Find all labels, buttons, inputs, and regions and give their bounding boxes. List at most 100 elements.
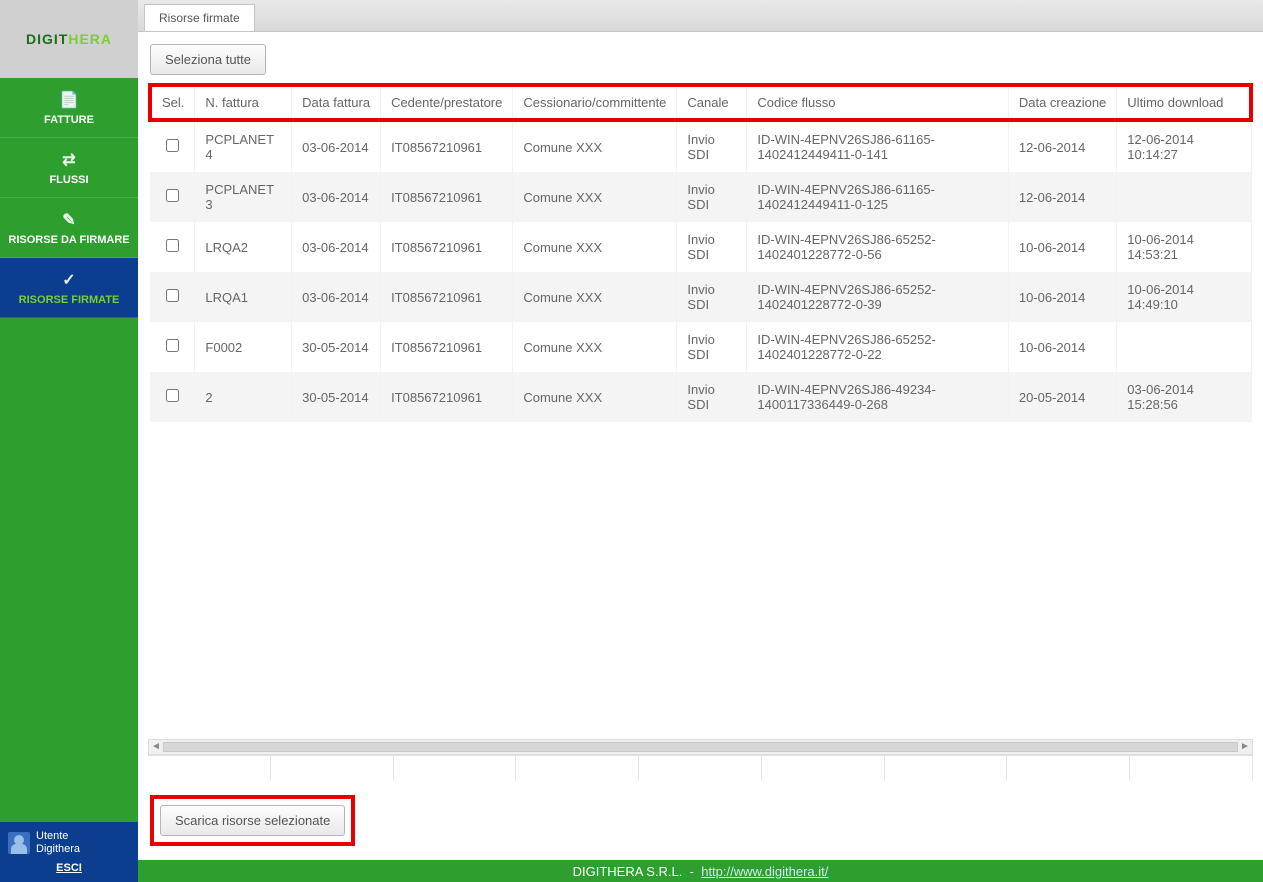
topbar: Risorse firmate [138,0,1263,32]
cell-nfattura: PCPLANET 4 [195,120,292,172]
footer-link[interactable]: http://www.digithera.it/ [701,864,828,879]
row-checkbox[interactable] [166,389,179,402]
bottom-bar: Scarica risorse selezionate [138,781,1263,860]
cell-canale: Invio SDI [677,272,747,322]
cell-cessionario: Comune XXX [513,172,677,222]
footer-sep: - [690,864,694,879]
col-codiceflusso[interactable]: Codice flusso [747,85,1008,120]
cell-codiceflusso: ID-WIN-4EPNV26SJ86-65252-1402401228772-0… [747,322,1008,372]
cell-codiceflusso: ID-WIN-4EPNV26SJ86-49234-1400117336449-0… [747,372,1008,422]
user-name-line2: Digithera [36,843,80,856]
logout-link[interactable]: ESCI [8,862,130,874]
col-nfattura[interactable]: N. fattura [195,85,292,120]
col-ultimodownload[interactable]: Ultimo download [1117,85,1251,120]
col-datacreazione[interactable]: Data creazione [1008,85,1116,120]
cell-ultimodownload: 10-06-2014 14:49:10 [1117,272,1251,322]
cell-canale: Invio SDI [677,372,747,422]
user-name-line1: Utente [36,830,80,843]
table-header-row: Sel. N. fattura Data fattura Cedente/pre… [150,85,1251,120]
row-checkbox[interactable] [166,139,179,152]
row-checkbox[interactable] [166,189,179,202]
cell-cedente: IT08567210961 [381,272,513,322]
col-cessionario[interactable]: Cessionario/committente [513,85,677,120]
footer-company: DIGITHERA S.R.L. [573,864,683,879]
table-footer-row [148,755,1253,781]
col-cedente[interactable]: Cedente/prestatore [381,85,513,120]
tab-risorse-firmate[interactable]: Risorse firmate [144,4,255,31]
toolbar: Seleziona tutte [138,32,1263,83]
cell-cedente: IT08567210961 [381,372,513,422]
sidebar-item-label: FLUSSI [49,174,88,186]
cell-datafattura: 03-06-2014 [292,172,381,222]
cell-cessionario: Comune XXX [513,272,677,322]
cell-nfattura: 2 [195,372,292,422]
user-info: Utente Digithera [36,830,80,856]
cell-ultimodownload: 10-06-2014 14:53:21 [1117,222,1251,272]
horizontal-scrollbar[interactable]: ◄ ► [148,739,1253,755]
download-selected-button[interactable]: Scarica risorse selezionate [160,805,345,836]
cell-ultimodownload: 12-06-2014 10:14:27 [1117,120,1251,172]
cell-cessionario: Comune XXX [513,222,677,272]
sidebar-item-label: RISORSE DA FIRMARE [8,234,129,246]
download-highlight: Scarica risorse selezionate [150,795,355,846]
brand-part1: DIGIT [26,31,68,47]
brand-part2: HERA [68,31,112,47]
table-row[interactable]: PCPLANET 403-06-2014IT08567210961Comune … [150,120,1251,172]
select-all-button[interactable]: Seleziona tutte [150,44,266,75]
table-row[interactable]: PCPLANET 303-06-2014IT08567210961Comune … [150,172,1251,222]
cell-datacreazione: 12-06-2014 [1008,120,1116,172]
cell-nfattura: LRQA1 [195,272,292,322]
row-checkbox[interactable] [166,289,179,302]
table-row[interactable]: F000230-05-2014IT08567210961Comune XXXIn… [150,322,1251,372]
scroll-right-icon[interactable]: ► [1238,740,1252,754]
scroll-thumb[interactable] [163,742,1238,752]
cell-ultimodownload: 03-06-2014 15:28:56 [1117,372,1251,422]
cell-datacreazione: 10-06-2014 [1008,222,1116,272]
row-checkbox[interactable] [166,239,179,252]
arrows-icon: ⇄ [62,150,75,170]
cell-nfattura: LRQA2 [195,222,292,272]
cell-datacreazione: 10-06-2014 [1008,322,1116,372]
cell-cedente: IT08567210961 [381,120,513,172]
row-select-cell [150,172,195,222]
table-row[interactable]: LRQA203-06-2014IT08567210961Comune XXXIn… [150,222,1251,272]
cell-datafattura: 03-06-2014 [292,120,381,172]
cell-canale: Invio SDI [677,172,747,222]
cell-codiceflusso: ID-WIN-4EPNV26SJ86-61165-1402412449411-0… [747,172,1008,222]
table-row[interactable]: 230-05-2014IT08567210961Comune XXXInvio … [150,372,1251,422]
sidebar-item-flussi[interactable]: ⇄ FLUSSI [0,138,138,198]
user-block: Utente Digithera ESCI [0,822,138,882]
avatar-icon [8,832,30,854]
cell-cedente: IT08567210961 [381,222,513,272]
scroll-left-icon[interactable]: ◄ [149,740,163,754]
cell-datacreazione: 12-06-2014 [1008,172,1116,222]
row-checkbox[interactable] [166,339,179,352]
sidebar: DIGITHERA 📄 FATTURE ⇄ FLUSSI ✎ RISORSE D… [0,0,138,882]
cell-datafattura: 30-05-2014 [292,372,381,422]
cell-datacreazione: 20-05-2014 [1008,372,1116,422]
cell-datacreazione: 10-06-2014 [1008,272,1116,322]
sidebar-item-da-firmare[interactable]: ✎ RISORSE DA FIRMARE [0,198,138,258]
sidebar-item-firmate[interactable]: ✓ RISORSE FIRMATE [0,258,138,318]
sidebar-item-label: RISORSE FIRMATE [19,294,120,306]
cell-cessionario: Comune XXX [513,372,677,422]
row-select-cell [150,372,195,422]
sidebar-item-fatture[interactable]: 📄 FATTURE [0,78,138,138]
col-sel[interactable]: Sel. [150,85,195,120]
col-canale[interactable]: Canale [677,85,747,120]
table-row[interactable]: LRQA103-06-2014IT08567210961Comune XXXIn… [150,272,1251,322]
sidebar-item-label: FATTURE [44,114,94,126]
cell-datafattura: 30-05-2014 [292,322,381,372]
cell-ultimodownload [1117,322,1251,372]
cell-datafattura: 03-06-2014 [292,272,381,322]
cell-nfattura: F0002 [195,322,292,372]
signed-resources-table: Sel. N. fattura Data fattura Cedente/pre… [148,83,1253,422]
cell-ultimodownload [1117,172,1251,222]
logo: DIGITHERA [0,0,138,78]
cell-cedente: IT08567210961 [381,322,513,372]
cell-datafattura: 03-06-2014 [292,222,381,272]
main: Risorse firmate Seleziona tutte Sel. N. … [138,0,1263,882]
col-datafattura[interactable]: Data fattura [292,85,381,120]
cell-cessionario: Comune XXX [513,322,677,372]
cell-cedente: IT08567210961 [381,172,513,222]
